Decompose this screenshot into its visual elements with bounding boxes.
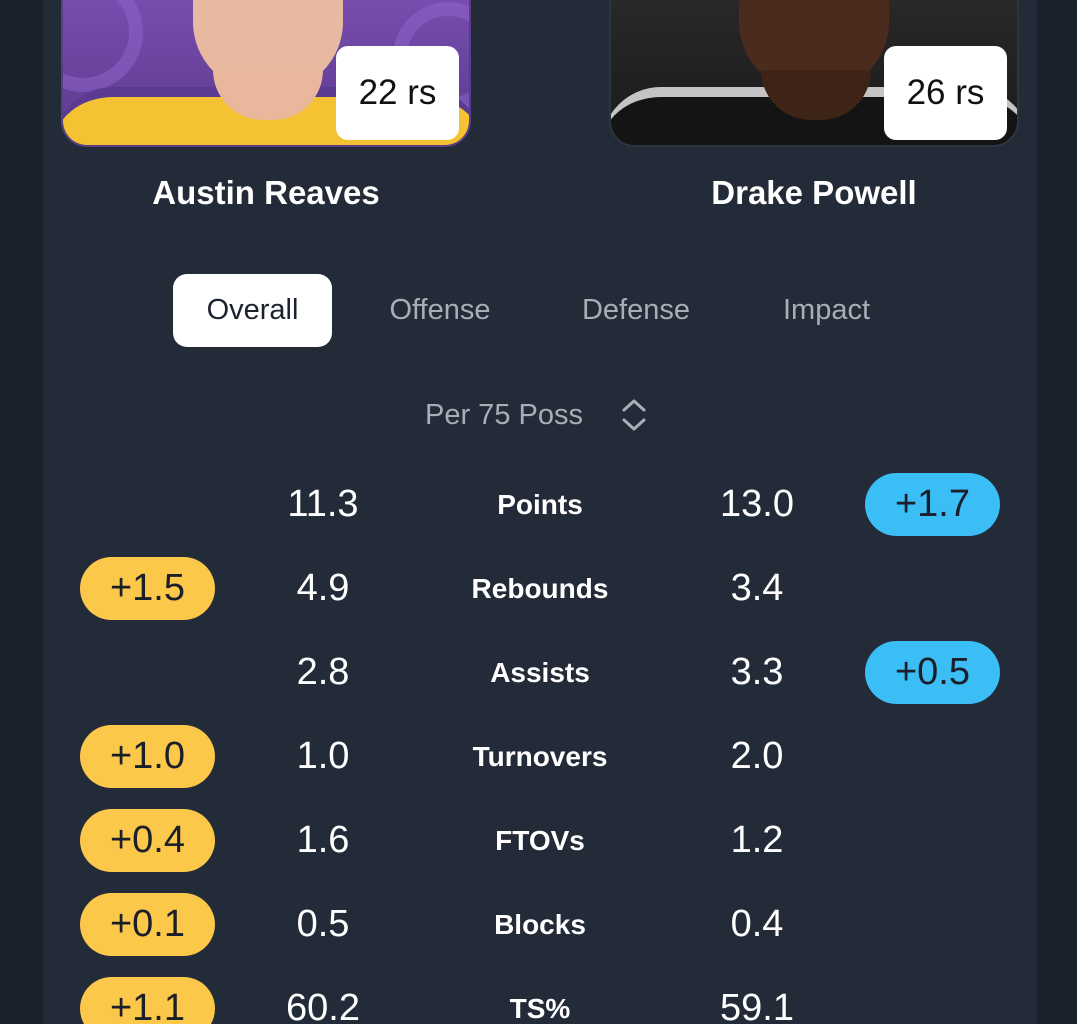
player-name-right[interactable]: Drake Powell [609,174,1019,212]
stat-label: Rebounds [471,572,609,604]
stat-row-ts-pct: +1.1 60.2 TS% 59.1 [0,977,1077,1024]
right-value: 3.3 [730,651,784,693]
sort-updown-icon [622,399,646,431]
stat-label: Blocks [494,908,586,940]
left-advantage-badge: +0.4 [80,809,215,872]
stat-row-rebounds: +1.5 4.9 Rebounds 3.4 [0,557,1077,621]
rs-badge-right: 26 rs [884,46,1007,140]
stat-row-blocks: +0.1 0.5 Blocks 0.4 [0,893,1077,957]
stat-label: TS% [509,992,571,1024]
left-advantage-badge: +1.5 [80,557,215,620]
right-value: 0.4 [730,903,784,945]
stat-row-ftovs: +0.4 1.6 FTOVs 1.2 [0,809,1077,873]
left-advantage-badge: +1.0 [80,725,215,788]
player-name-left[interactable]: Austin Reaves [61,174,471,212]
stat-label: Points [497,488,583,520]
left-value: 1.6 [296,819,350,861]
right-value: 2.0 [730,735,784,777]
tab-impact[interactable]: Impact [760,274,893,347]
stat-row-turnovers: +1.0 1.0 Turnovers 2.0 [0,725,1077,789]
stat-row-points: 11.3 Points 13.0 +1.7 [0,473,1077,537]
left-value: 0.5 [296,903,350,945]
tab-defense[interactable]: Defense [566,274,706,347]
stat-label: Turnovers [472,740,608,772]
left-value: 11.3 [287,483,359,525]
left-advantage-badge: +1.1 [80,977,215,1024]
left-value: 60.2 [286,987,360,1024]
right-value: 3.4 [730,567,784,609]
stat-row-assists: 2.8 Assists 3.3 +0.5 [0,641,1077,705]
right-value: 59.1 [720,987,794,1024]
tab-offense[interactable]: Offense [370,274,510,347]
right-value: 13.0 [720,483,794,525]
left-value: 2.8 [296,651,350,693]
tab-overall[interactable]: Overall [173,274,332,347]
right-advantage-badge: +1.7 [865,473,1000,536]
stat-label: FTOVs [495,824,585,856]
stat-label: Assists [490,656,590,688]
left-advantage-badge: +0.1 [80,893,215,956]
category-tabs: Overall Offense Defense Impact [0,274,1077,347]
sort-label: Per 75 Poss [425,398,583,431]
right-value: 1.2 [730,819,784,861]
rs-badge-left: 22 rs [336,46,459,140]
left-value: 1.0 [296,735,350,777]
per-possession-selector[interactable]: Per 75 Poss [425,392,647,438]
right-advantage-badge: +0.5 [865,641,1000,704]
left-value: 4.9 [296,567,350,609]
